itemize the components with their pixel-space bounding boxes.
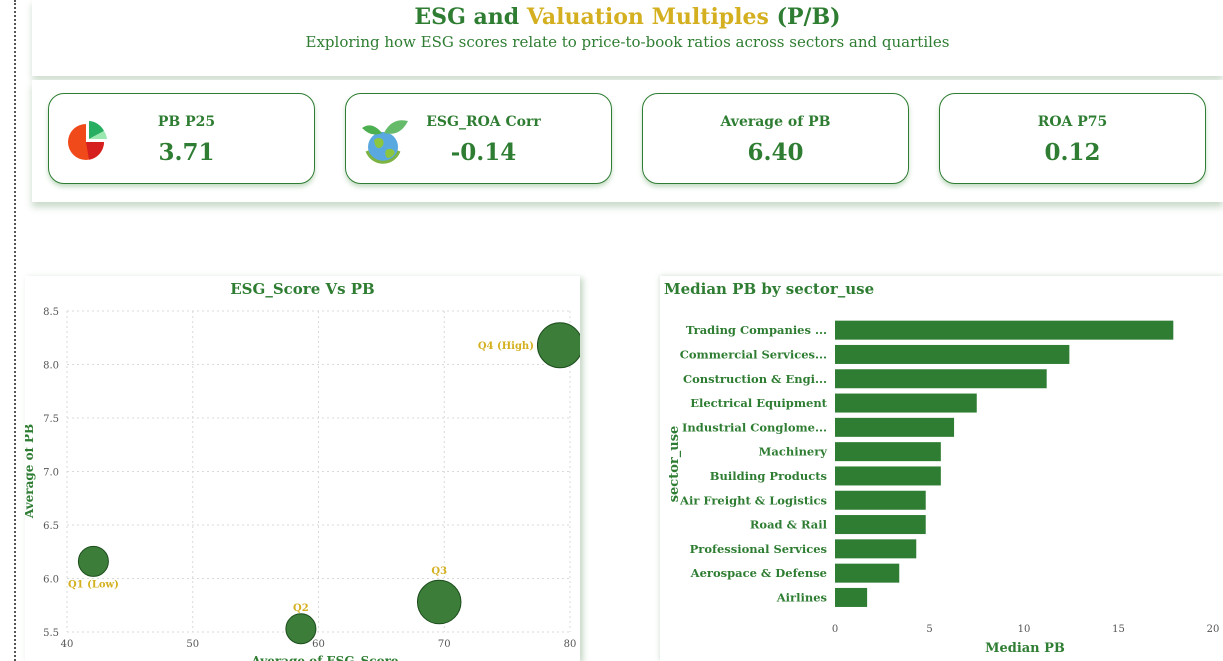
header: ESG and Valuation Multiples (P/B) Explor… <box>32 0 1223 76</box>
scatter-panel: ESG_Score Vs PB 5.5 6.0 6.5 7.0 7.5 8.0 8.5 40 5… <box>25 276 580 661</box>
bar <box>835 320 1174 340</box>
left-dotted-rule <box>14 0 16 661</box>
green-earth-icon <box>362 120 408 164</box>
page-title: ESG and Valuation Multiples (P/B) <box>414 4 841 30</box>
kpi-value: 0.12 <box>1044 139 1101 166</box>
kpi-card-pb-p25[interactable]: PB P25 3.71 <box>48 93 315 184</box>
scatter-bubble <box>77 545 109 577</box>
bar <box>835 563 900 583</box>
category-label: Machinery <box>759 445 828 459</box>
category-label: Electrical Equipment <box>690 396 827 410</box>
y-axis-title: Average of PB <box>25 424 36 519</box>
data-label: Q2 <box>293 603 309 614</box>
page-subtitle: Exploring how ESG scores relate to price… <box>305 33 950 51</box>
category-label: Aerospace & Defense <box>690 566 827 580</box>
scatter-bubble <box>285 613 317 645</box>
category-label: Trading Companies ... <box>686 323 827 337</box>
x-axis-title: Average of ESG_Score <box>250 654 398 661</box>
kpi-label: PB P25 <box>157 114 216 130</box>
x-tick-label: 50 <box>186 639 199 650</box>
category-label: Road & Rail <box>750 518 828 532</box>
y-tick-label: 7.0 <box>43 468 59 479</box>
scatter-bubble <box>416 579 462 625</box>
kpi-value: -0.14 <box>450 139 517 166</box>
scatter-chart[interactable]: 5.5 6.0 6.5 7.0 7.5 8.0 8.5 40 50 60 70 80 Average o… <box>25 276 580 661</box>
bar <box>835 587 868 607</box>
bar-panel: Median PB by sector_use Trading Companie… <box>660 276 1223 661</box>
category-label: Industrial Conglome... <box>682 420 827 434</box>
y-axis-title: sector_use <box>667 426 682 503</box>
category-label: Commercial Services... <box>680 347 827 361</box>
y-tick-label: 5.5 <box>43 628 59 639</box>
x-tick-label: 20 <box>1207 624 1220 635</box>
kpi-card-average-pb[interactable]: Average of PB 6.40 <box>642 93 909 184</box>
bar <box>835 417 955 437</box>
category-label: Air Freight & Logistics <box>679 493 827 507</box>
pie-chart-icon <box>68 121 107 160</box>
category-label: Building Products <box>710 469 827 483</box>
x-tick-label: 5 <box>926 624 932 635</box>
bar <box>835 442 941 462</box>
kpi-card-esg-roa-corr[interactable]: ESG_ROA Corr -0.14 <box>345 93 612 184</box>
bar <box>835 344 1070 364</box>
x-tick-label: 80 <box>564 639 577 650</box>
bar-chart[interactable]: Trading Companies ... Commercial Services… <box>660 276 1223 661</box>
data-label: Q3 <box>431 566 447 577</box>
bar <box>835 466 941 486</box>
title-accent: Valuation Multiples <box>526 4 769 30</box>
x-tick-label: 40 <box>61 639 74 650</box>
category-label: Construction & Engi... <box>683 372 827 386</box>
kpi-value: 3.71 <box>158 139 215 166</box>
kpi-card-roa-p75[interactable]: ROA P75 0.12 <box>939 93 1206 184</box>
kpi-label: Average of PB <box>720 114 831 130</box>
kpi-label: ESG_ROA Corr <box>426 114 541 130</box>
kpi-strip: PB P25 3.71 ESG_ROA Corr -0.14 Average o… <box>32 80 1223 202</box>
bar <box>835 515 926 535</box>
category-label: Airlines <box>776 590 827 604</box>
kpi-label: ROA P75 <box>1037 114 1108 130</box>
bar <box>835 490 926 510</box>
x-tick-label: 0 <box>832 624 838 635</box>
category-label: Professional Services <box>690 542 827 556</box>
x-tick-label: 60 <box>312 639 325 650</box>
bar <box>835 393 977 413</box>
kpi-value: 6.40 <box>747 139 804 166</box>
bar <box>835 369 1047 389</box>
y-tick-label: 6.5 <box>43 521 59 532</box>
y-tick-label: 8.0 <box>43 361 59 372</box>
scatter-bubble <box>536 322 580 369</box>
data-label: Q1 (Low) <box>68 579 119 590</box>
x-tick-label: 70 <box>438 639 451 650</box>
x-tick-label: 15 <box>1112 624 1125 635</box>
x-tick-label: 10 <box>1018 624 1031 635</box>
data-label: Q4 (High) <box>478 341 534 352</box>
y-tick-label: 6.0 <box>43 575 59 586</box>
x-axis-title: Median PB <box>985 641 1065 656</box>
bar <box>835 539 917 559</box>
y-tick-label: 8.5 <box>43 307 59 318</box>
y-tick-label: 7.5 <box>43 414 59 425</box>
